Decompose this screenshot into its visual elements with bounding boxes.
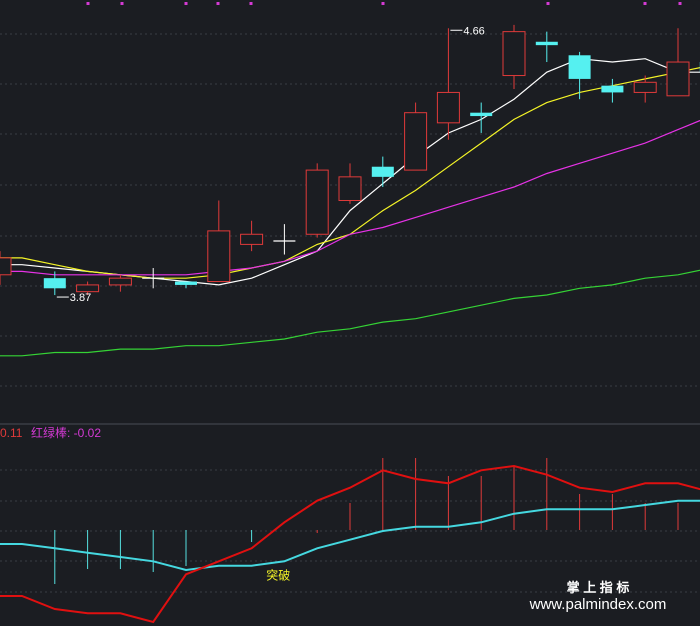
top-marker-dot [184,2,188,5]
chart-canvas: 3.87 4.66 0.11 红绿棒: -0.02 突破 掌 上 指 标 www.… [0,2,700,624]
candle-body [601,85,624,93]
top-marker-dot [86,2,90,5]
candle-body [76,284,100,293]
candle-body [568,55,591,79]
indicator-value: 0.11 [0,426,23,440]
top-marker-dot [546,2,550,5]
candle-body [633,81,657,93]
candle-body [175,281,197,285]
candle-body [535,41,558,46]
candle-body [108,277,132,286]
stock-chart: 3.87 4.66 0.11 红绿棒: -0.02 突破 掌 上 指 标 www.… [0,0,700,626]
annotation-label: 4.66 [463,25,484,37]
candle-body [470,112,493,117]
candle-body [338,176,362,201]
top-marker-dot [678,2,682,5]
candle-body [207,230,231,283]
top-marker-dot [249,2,253,5]
watermark-url: www.palmindex.com [529,596,667,613]
candle-body [404,112,428,171]
top-markers [86,2,682,5]
watermark-title: 掌 上 指 标 [567,580,630,595]
candle-body [43,278,66,289]
candlesticks [0,24,700,296]
candle-body [371,166,394,177]
top-marker-dot [643,2,647,5]
signal-label: 突破 [266,568,290,583]
top-marker-dot [120,2,124,5]
candle-body [436,91,460,124]
annotation-label: 3.87 [70,292,91,304]
indicator-label: 红绿棒: -0.02 [31,425,101,440]
candle-body [0,257,12,276]
moving-average-line [0,267,700,357]
candle-body [666,61,690,97]
candle-body [305,169,329,235]
candle-body [502,31,526,77]
indicator-bars [54,458,679,584]
moving-average-lines [0,58,700,357]
top-marker-dot [381,2,385,5]
top-marker-dot [216,2,220,5]
candle-body [240,233,264,245]
